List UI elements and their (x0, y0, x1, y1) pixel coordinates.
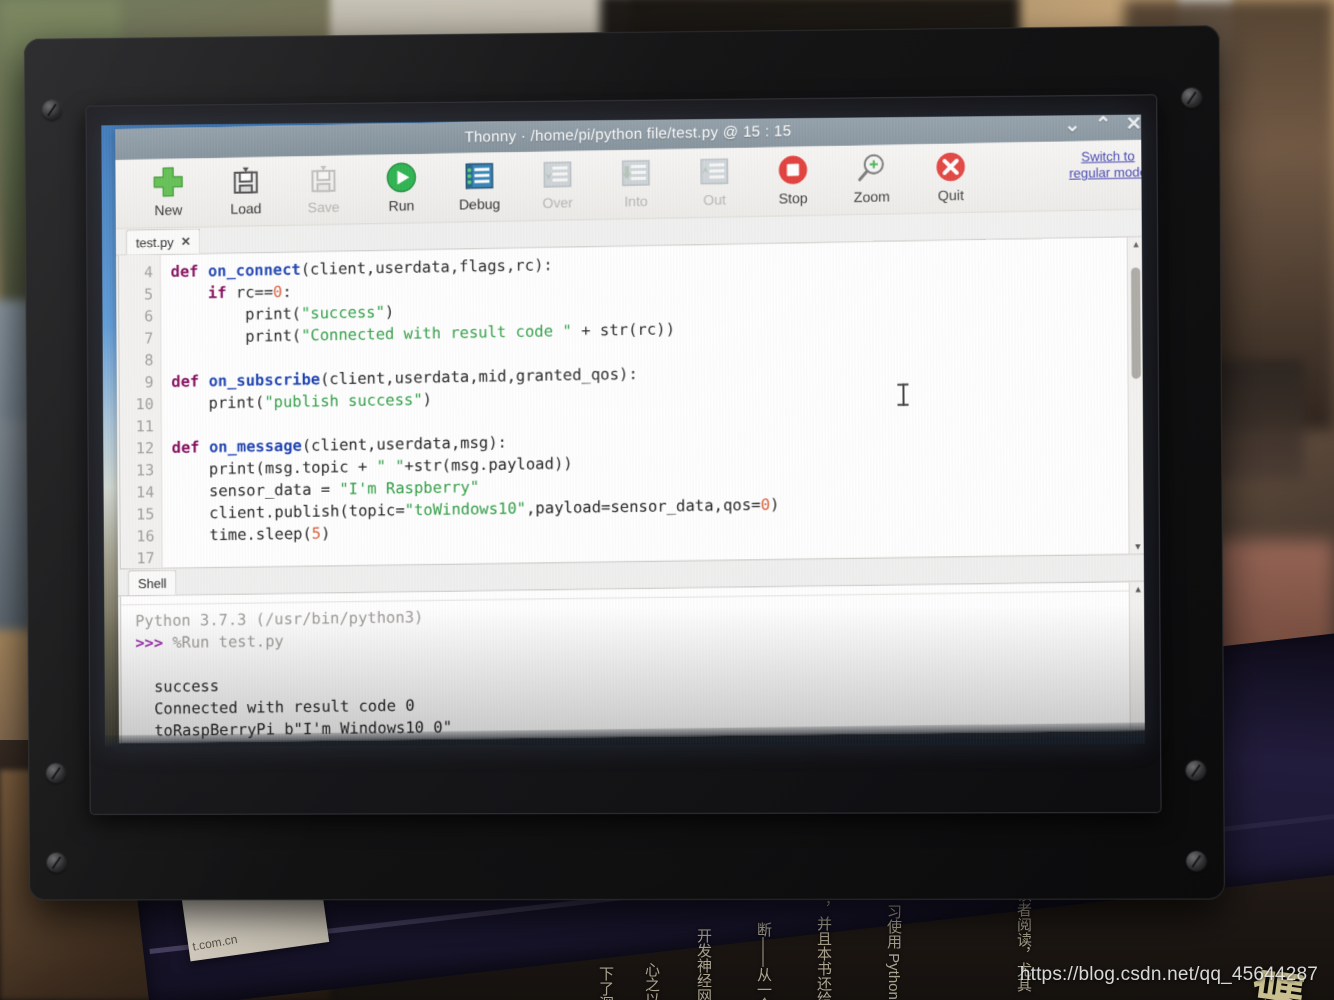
run-button-label: Run (388, 197, 415, 214)
code-text[interactable]: def on_connect(client,userdata,flags,rc)… (161, 237, 1145, 568)
photograph-scene: 读者阅读，尤其 习使用 Python ，并且本书还给 断——从一个 开发神经网络… (0, 0, 1334, 1000)
window-title: Thonny · /home/pi/python file/test.py @ … (464, 122, 792, 147)
editor-notebook: test.py ✕ 4 5 6 7 8 9 10 11 12 13 14 15 16 17 def on_… (115, 209, 1145, 570)
scroll-up-icon[interactable]: ▲ (1130, 582, 1145, 596)
scroll-down-icon[interactable]: ▼ (1130, 539, 1145, 553)
save-icon (306, 165, 340, 197)
switch-to-regular-mode-link[interactable]: Switch to regular mode (1065, 148, 1145, 182)
case-screw (46, 852, 67, 873)
zoom-icon (854, 151, 889, 186)
book-text-line: ，并且本书还给 (815, 901, 832, 1000)
plus-icon (151, 165, 185, 200)
zoom-button[interactable]: Zoom (832, 144, 911, 205)
shell-banner: Python 3.7.3 (/usr/bin/python3) (135, 608, 424, 631)
chevron-down-icon[interactable]: ⌄ (1064, 115, 1081, 137)
case-screw (1186, 851, 1207, 872)
line-number-gutter: 4 5 6 7 8 9 10 11 12 13 14 15 16 17 (119, 255, 163, 569)
new-button-label: New (154, 201, 183, 219)
lcd-screen: Thonny · /home/pi/python file/test.py @ … (101, 114, 1145, 747)
save-button-label: Save (307, 198, 340, 216)
quit-button[interactable]: Quit (911, 143, 990, 204)
play-icon (384, 160, 418, 195)
code-editor[interactable]: 4 5 6 7 8 9 10 11 12 13 14 15 16 17 def on_connect(cl… (118, 236, 1145, 570)
load-button[interactable]: Load (207, 157, 285, 218)
step-over-button[interactable]: Over (518, 151, 597, 212)
book-text-line: 断——从一个 (755, 922, 772, 1000)
monitor-case: Thonny · /home/pi/python file/test.py @ … (23, 25, 1225, 901)
book-text-line: 习使用 Python (885, 904, 902, 1000)
step-over-icon (544, 161, 572, 188)
watermark: https://blog.csdn.net/qq_45644287 (1019, 964, 1318, 985)
paper-card-text: t.com.cn (191, 932, 239, 954)
editor-tab-label: test.py (135, 234, 174, 251)
shell-tab[interactable]: Shell (127, 569, 177, 596)
case-screw (42, 99, 62, 121)
case-screw (1181, 87, 1202, 109)
step-out-icon (699, 158, 728, 185)
case-screw (1185, 760, 1206, 781)
step-into-button-label: Into (624, 192, 648, 210)
close-icon[interactable]: ✕ (1126, 115, 1143, 136)
quit-button-label: Quit (937, 186, 964, 204)
shell-run-command: %Run test.py (172, 632, 284, 652)
book-text-line: 下了深刻 (597, 966, 614, 1000)
zoom-button-label: Zoom (853, 188, 891, 206)
step-into-button[interactable]: Into (597, 149, 676, 210)
step-over-button-label: Over (542, 194, 574, 211)
shell-output-pane[interactable]: Python 3.7.3 (/usr/bin/python3) >>> %Run… (120, 581, 1145, 744)
load-button-label: Load (230, 200, 262, 217)
window-controls: ⌄ ⌃ ✕ (1064, 115, 1142, 142)
shell-output-line: success (154, 677, 220, 696)
shell-output-line: Connected with result code 0 (154, 696, 415, 718)
shell-notebook: Shell Python 3.7.3 (/usr/bin/python3) >>… (117, 554, 1145, 744)
shell-tab-label: Shell (137, 575, 167, 591)
case-screw (46, 763, 66, 784)
scroll-up-icon[interactable]: ▲ (1128, 237, 1144, 251)
stop-button-label: Stop (778, 189, 808, 207)
stop-icon (778, 155, 808, 185)
folder-open-icon (229, 167, 263, 198)
debug-icon (466, 163, 495, 190)
editor-tab-test-py[interactable]: test.py ✕ (125, 228, 201, 255)
thonny-window: Thonny · /home/pi/python file/test.py @ … (115, 114, 1145, 744)
step-out-button[interactable]: Out (675, 148, 754, 209)
stop-button[interactable]: Stop (754, 146, 833, 207)
shell-prompt: >>> (135, 633, 164, 653)
debug-button[interactable]: Debug (440, 152, 518, 213)
step-out-button-label: Out (703, 191, 726, 208)
quit-icon (936, 152, 965, 182)
new-button[interactable]: New (129, 158, 207, 218)
step-into-icon (621, 159, 650, 187)
scrollbar-thumb[interactable] (1131, 267, 1141, 379)
book-text-line: 开发神经网络 (695, 928, 712, 1000)
shell-text[interactable]: Python 3.7.3 (/usr/bin/python3) >>> %Run… (121, 582, 1145, 742)
save-button[interactable]: Save (284, 155, 362, 216)
close-tab-icon[interactable]: ✕ (181, 235, 191, 249)
shell-vertical-scrollbar[interactable]: ▲ (1128, 581, 1145, 730)
chevron-up-icon[interactable]: ⌃ (1095, 115, 1112, 136)
book-text-line: 心之以， (643, 962, 660, 1000)
run-button[interactable]: Run (362, 154, 440, 215)
debug-button-label: Debug (458, 195, 501, 213)
